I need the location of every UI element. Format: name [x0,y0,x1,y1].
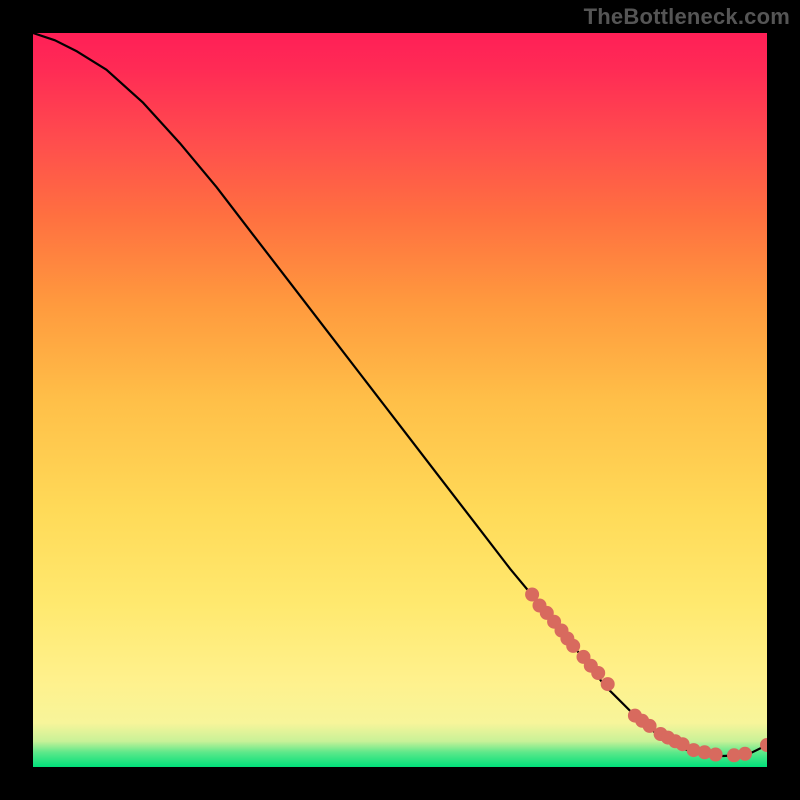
plot-area [33,33,767,767]
highlight-dot [739,747,752,760]
bottleneck-curve [33,33,767,756]
highlight-dot [526,588,539,601]
highlight-dot [601,678,614,691]
watermark-text: TheBottleneck.com [584,4,790,30]
chart-overlay-svg [33,33,767,767]
highlight-dot [567,639,580,652]
highlight-dots-group [526,588,767,762]
highlight-dot [761,739,768,752]
chart-canvas: TheBottleneck.com [0,0,800,800]
highlight-dot [592,667,605,680]
highlight-dot [709,748,722,761]
highlight-dot [643,719,656,732]
